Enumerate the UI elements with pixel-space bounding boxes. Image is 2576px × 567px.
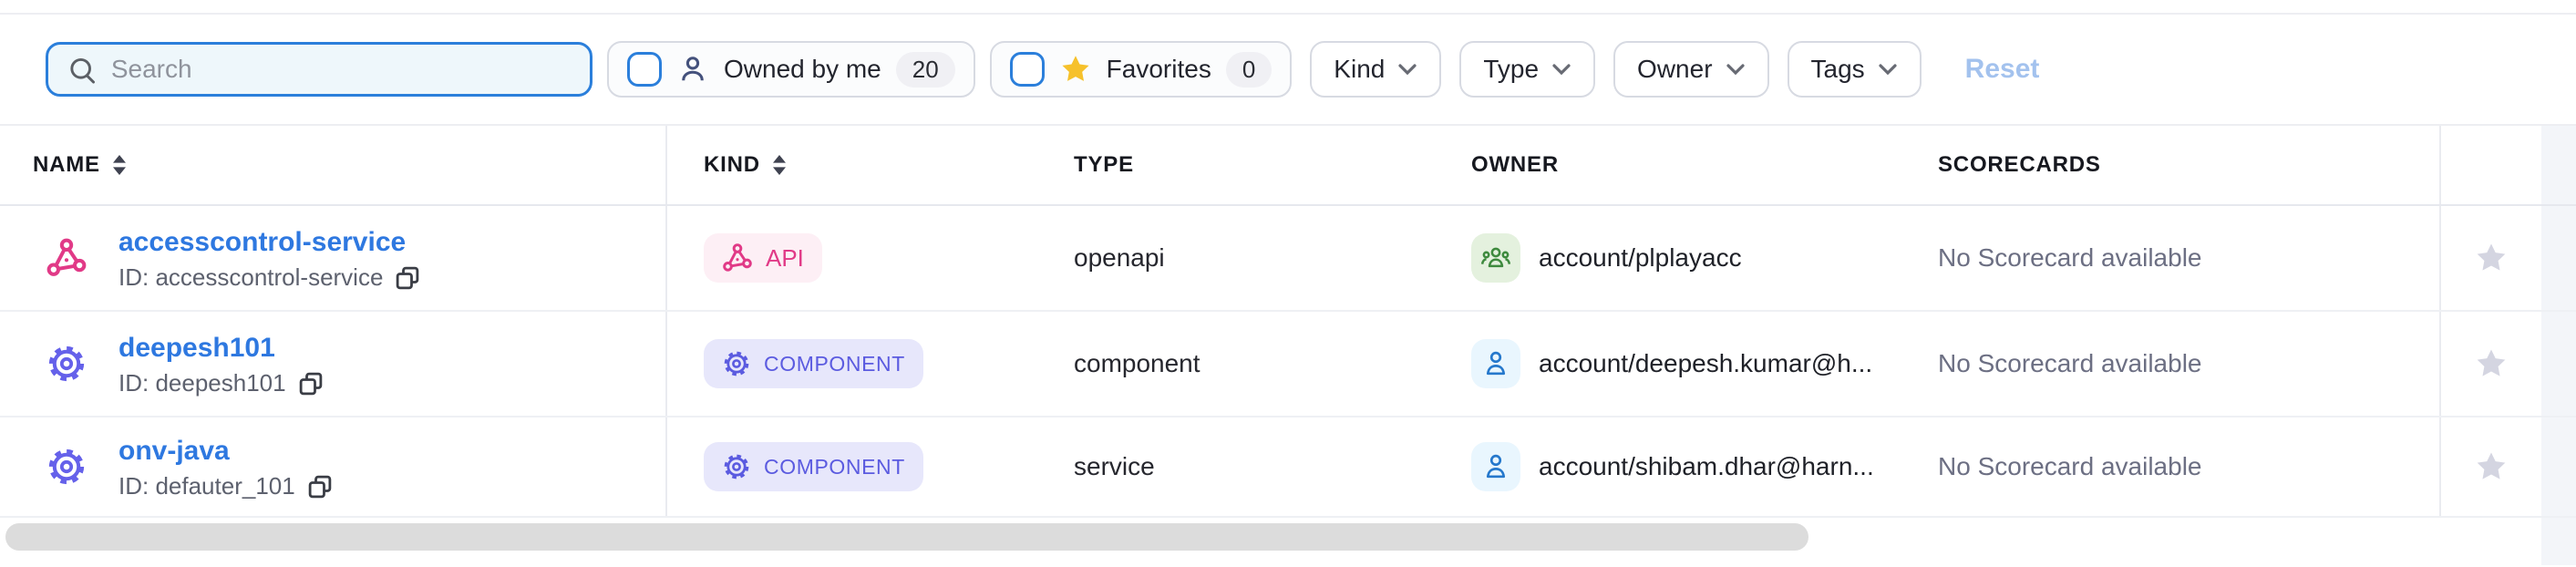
search-icon (67, 53, 97, 86)
person-icon (1471, 442, 1520, 491)
type-dropdown[interactable]: Type (1459, 41, 1595, 98)
chevron-down-icon (1726, 63, 1746, 76)
owner-dropdown[interactable]: Owner (1613, 41, 1768, 98)
owner-cell: account/plplayacc (1539, 243, 1742, 273)
entity-id: ID: deepesh101 (118, 369, 286, 397)
tags-dropdown[interactable]: Tags (1788, 41, 1922, 98)
type-cell: service (1074, 418, 1471, 516)
table-row[interactable]: accesscontrol-service ID: accesscontrol-… (0, 206, 2576, 312)
copy-icon[interactable] (306, 473, 334, 500)
star-icon (1059, 53, 1092, 86)
scorecards-cell: No Scorecard available (1938, 312, 2439, 416)
column-header-favorite (2439, 126, 2541, 204)
chevron-down-icon (1551, 63, 1571, 76)
chip-label: Favorites (1107, 55, 1211, 84)
group-icon (1471, 233, 1520, 283)
reset-button[interactable]: Reset (1965, 54, 2040, 85)
filter-toolbar: Owned by me 20 Favorites 0 Kind Type Own… (0, 15, 2576, 126)
sort-icon[interactable] (771, 154, 788, 176)
top-divider (0, 0, 2576, 15)
column-header-scorecards: SCORECARDS (1938, 126, 2439, 204)
entity-id: ID: accesscontrol-service (118, 263, 383, 292)
column-header-type: TYPE (1074, 126, 1471, 204)
scrollbar-thumb[interactable] (5, 523, 1808, 551)
scorecards-cell: No Scorecard available (1938, 206, 2439, 310)
chevron-down-icon (1397, 63, 1417, 76)
person-icon (676, 53, 709, 86)
search-input[interactable] (111, 55, 572, 84)
scroll-gutter (2541, 126, 2576, 204)
gear-icon (722, 452, 751, 481)
favorite-star-button[interactable] (2474, 241, 2509, 275)
scroll-gutter (2541, 418, 2576, 516)
horizontal-scrollbar[interactable] (0, 518, 2576, 565)
favorites-count-badge: 0 (1226, 52, 1272, 88)
search-box[interactable] (46, 42, 592, 97)
filter-chip-owned-by-me[interactable]: Owned by me 20 (607, 41, 975, 98)
api-icon (722, 242, 753, 273)
gear-icon (46, 343, 88, 385)
column-header-name[interactable]: NAME (0, 126, 667, 204)
api-icon (46, 237, 88, 279)
type-cell: openapi (1074, 206, 1471, 310)
entity-name-link[interactable]: onv-java (118, 436, 230, 466)
scorecards-cell: No Scorecard available (1938, 418, 2439, 516)
owned-by-me-checkbox[interactable] (627, 52, 662, 87)
kind-badge: COMPONENT (704, 339, 923, 388)
column-header-owner: OWNER (1471, 126, 1938, 204)
scroll-gutter (2541, 206, 2576, 310)
kind-dropdown[interactable]: Kind (1310, 41, 1441, 98)
catalog-page: Owned by me 20 Favorites 0 Kind Type Own… (0, 0, 2576, 567)
catalog-table: NAME KIND TYPE OWNER SCORECARDS (0, 126, 2576, 518)
type-cell: component (1074, 312, 1471, 416)
copy-icon[interactable] (297, 370, 325, 397)
scroll-gutter (2541, 518, 2576, 565)
kind-badge: API (704, 233, 822, 283)
scroll-gutter (2541, 312, 2576, 416)
gear-icon (722, 349, 751, 378)
entity-name-link[interactable]: accesscontrol-service (118, 227, 406, 257)
table-header: NAME KIND TYPE OWNER SCORECARDS (0, 126, 2576, 206)
sort-icon[interactable] (111, 154, 128, 176)
chevron-down-icon (1878, 63, 1898, 76)
entity-name-link[interactable]: deepesh101 (118, 333, 275, 363)
owner-cell: account/deepesh.kumar@h... (1539, 349, 1872, 378)
favorite-star-button[interactable] (2474, 346, 2509, 381)
entity-id: ID: defauter_101 (118, 472, 295, 500)
copy-icon[interactable] (394, 264, 421, 292)
favorite-star-button[interactable] (2474, 449, 2509, 484)
column-header-kind[interactable]: KIND (667, 126, 1074, 204)
owner-cell: account/shibam.dhar@harn... (1539, 452, 1874, 481)
table-row[interactable]: deepesh101 ID: deepesh101 COMPONENT comp… (0, 312, 2576, 418)
table-row[interactable]: onv-java ID: defauter_101 COMPONENT serv… (0, 418, 2576, 518)
filter-chip-favorites[interactable]: Favorites 0 (990, 41, 1293, 98)
owned-count-badge: 20 (896, 52, 955, 88)
kind-badge: COMPONENT (704, 442, 923, 491)
chip-label: Owned by me (724, 55, 881, 84)
favorites-checkbox[interactable] (1010, 52, 1045, 87)
person-icon (1471, 339, 1520, 388)
gear-icon (46, 446, 88, 488)
